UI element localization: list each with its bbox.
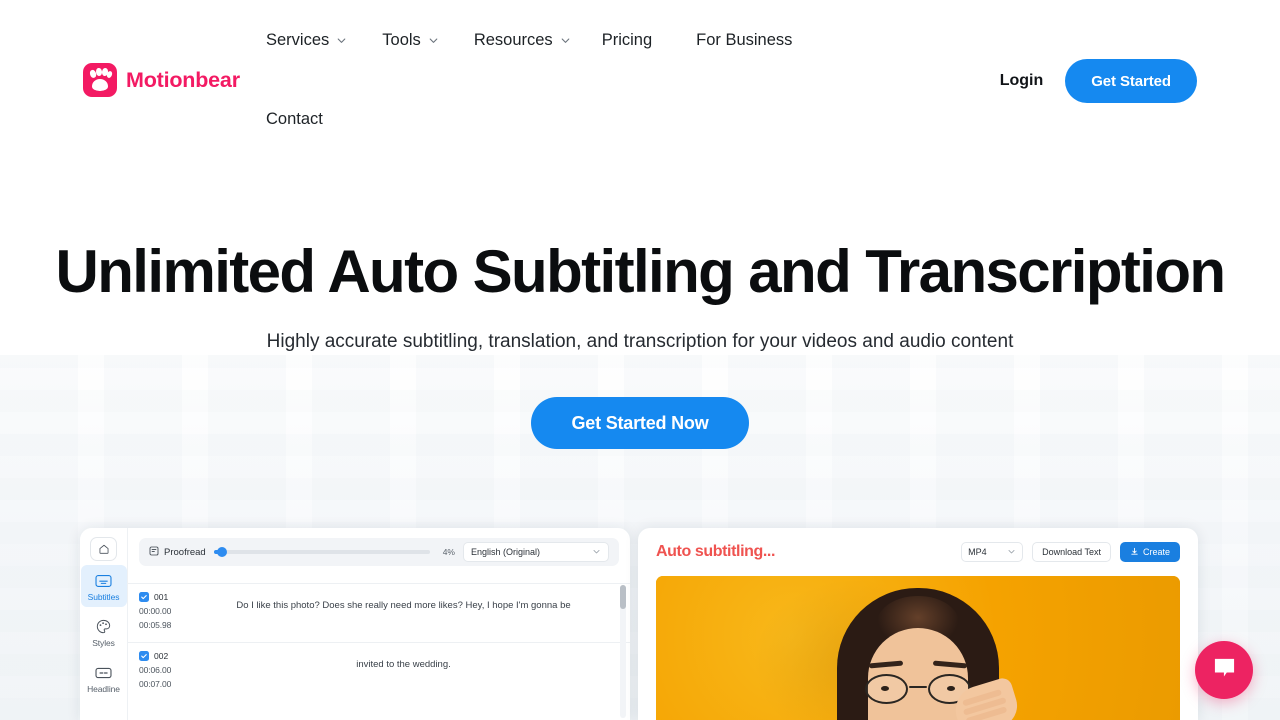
language-select[interactable]: English (Original) <box>463 542 609 562</box>
subtitle-text[interactable]: invited to the wedding. <box>199 651 618 691</box>
preview-toolbar: Auto subtitling... MP4 Download Text Cre… <box>638 528 1198 576</box>
proofread-progress-slider[interactable] <box>213 547 430 557</box>
table-row[interactable]: 002 00:06.00 00:07.00 invited to the wed… <box>128 642 630 701</box>
app-preview: Subtitles Styles Headline Proofread 4% E… <box>0 528 1280 720</box>
row-checkbox[interactable] <box>139 592 149 602</box>
login-link[interactable]: Login <box>1000 72 1044 90</box>
chevron-down-icon <box>560 35 571 46</box>
nav-item-tools[interactable]: Tools <box>382 31 439 50</box>
proofread-icon <box>149 546 159 559</box>
create-button[interactable]: Create <box>1119 542 1180 562</box>
scrollbar-thumb[interactable] <box>620 585 626 609</box>
site-header: Motionbear Services Tools Resources Pric… <box>0 0 1280 150</box>
nav-label: Tools <box>382 31 421 49</box>
palette-icon <box>94 618 114 635</box>
sidebar-item-headline[interactable]: Headline <box>81 657 127 699</box>
download-text-button[interactable]: Download Text <box>1032 542 1111 562</box>
chevron-down-icon <box>428 35 439 46</box>
editor-sidebar: Subtitles Styles Headline <box>80 528 128 720</box>
download-icon <box>1130 547 1139 558</box>
video-subject <box>823 588 1023 720</box>
sidebar-item-styles[interactable]: Styles <box>81 611 127 653</box>
subtitle-meta: 001 00:00.00 00:05.98 <box>139 592 193 632</box>
progress-percent: 4% <box>442 547 455 557</box>
nav-item-contact[interactable]: Contact <box>266 110 323 129</box>
subtitle-start-time: 00:00.00 <box>139 606 172 616</box>
chevron-down-icon <box>1007 547 1016 558</box>
sidebar-item-subtitles[interactable]: Subtitles <box>80 565 127 607</box>
editor-panel: Subtitles Styles Headline Proofread 4% E… <box>80 528 630 720</box>
subtitle-list-scrollbar[interactable] <box>620 585 626 718</box>
nav-label: Resources <box>473 31 553 49</box>
headline-icon <box>94 664 114 681</box>
video-preview-panel: Auto subtitling... MP4 Download Text Cre… <box>638 528 1198 720</box>
table-row[interactable]: 001 00:00.00 00:05.98 Do I like this pho… <box>128 583 630 642</box>
preview-actions: MP4 Download Text Create <box>961 542 1180 562</box>
hero-subtitle: Highly accurate subtitling, translation,… <box>266 331 1014 352</box>
chat-bubble-icon <box>1212 656 1237 684</box>
sidebar-item-label: Headline <box>87 684 120 694</box>
subtitle-start-time: 00:06.00 <box>139 665 172 675</box>
proofread-toolbar: Proofread 4% English (Original) <box>139 538 619 566</box>
glasses-icon <box>863 674 973 704</box>
nav-item-resources[interactable]: Resources <box>474 31 571 50</box>
page-root: Motionbear Services Tools Resources Pric… <box>0 0 1280 720</box>
paw-icon <box>83 63 117 97</box>
chat-widget-button[interactable] <box>1195 641 1253 699</box>
nav-label: Services <box>266 31 330 49</box>
nav-item-for-business[interactable]: For Business <box>696 31 792 50</box>
sidebar-item-label: Subtitles <box>87 592 120 602</box>
chevron-down-icon <box>592 547 601 558</box>
chevron-down-icon <box>336 35 347 46</box>
subtitle-list[interactable]: 001 00:00.00 00:05.98 Do I like this pho… <box>128 583 630 720</box>
subtitles-icon <box>94 572 114 589</box>
get-started-button[interactable]: Get Started <box>1065 59 1197 103</box>
video-canvas[interactable] <box>656 576 1180 720</box>
proofread-label: Proofread <box>164 546 206 558</box>
get-started-now-button[interactable]: Get Started Now <box>531 397 749 449</box>
row-checkbox[interactable] <box>139 651 149 661</box>
create-label: Create <box>1142 547 1170 557</box>
home-icon[interactable] <box>90 537 117 561</box>
nav-item-pricing[interactable]: Pricing <box>602 31 652 50</box>
subtitle-end-time: 00:07.00 <box>139 679 172 689</box>
subtitle-end-time: 00:05.98 <box>139 620 172 630</box>
subtitle-text[interactable]: Do I like this photo? Does she really ne… <box>199 592 618 632</box>
sidebar-item-label: Styles <box>92 638 115 648</box>
status-badge: Auto subtitling... <box>656 543 775 560</box>
slider-handle[interactable] <box>217 547 228 557</box>
subtitle-id: 001 <box>154 592 169 602</box>
editor-main: Proofread 4% English (Original) 001 00:0… <box>128 528 630 720</box>
brand-name: Motionbear <box>126 67 240 92</box>
proofread-label-group: Proofread <box>149 546 206 559</box>
format-value: MP4 <box>968 547 987 557</box>
subtitle-id: 002 <box>154 651 169 661</box>
format-select[interactable]: MP4 <box>961 542 1024 562</box>
subtitle-meta: 002 00:06.00 00:07.00 <box>139 651 193 691</box>
page-title: Unlimited Auto Subtitling and Transcript… <box>55 238 1227 305</box>
nav-item-services[interactable]: Services <box>266 31 347 50</box>
brand-logo[interactable]: Motionbear <box>83 63 240 97</box>
header-actions: Login Get Started <box>1000 59 1197 103</box>
language-value: English (Original) <box>471 547 541 557</box>
